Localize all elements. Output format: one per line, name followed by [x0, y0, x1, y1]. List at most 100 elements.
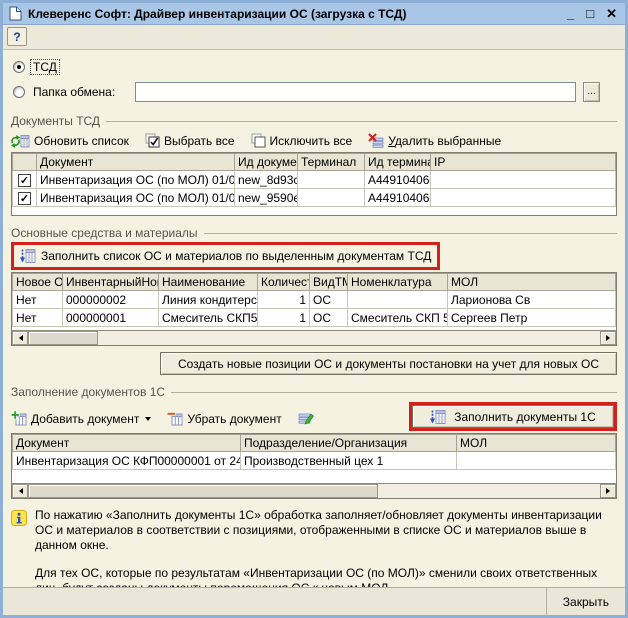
table-cell[interactable]	[457, 452, 616, 470]
column-header[interactable]	[13, 154, 37, 171]
close-dialog-button[interactable]: Закрыть	[557, 593, 615, 611]
column-header[interactable]: Новое ОС	[13, 274, 63, 291]
scroll-right-button[interactable]	[600, 484, 616, 498]
table-cell[interactable]: Смеситель СКП500	[159, 309, 258, 327]
docs1c-hscrollbar	[12, 483, 616, 498]
column-header[interactable]: ИнвентарныйНомер	[63, 274, 159, 291]
refresh-icon	[11, 134, 30, 148]
remove-document-button[interactable]: Убрать документ	[167, 411, 281, 426]
column-header[interactable]: IP	[431, 154, 616, 171]
delete-selected-button[interactable]: Удалить выбранные	[368, 133, 501, 148]
table-cell[interactable]: A4491040600...	[365, 189, 431, 207]
table-cell[interactable]: new_8d93c6...	[235, 171, 298, 189]
scroll-left-button[interactable]	[12, 484, 28, 498]
table-cell[interactable]: 1	[258, 309, 310, 327]
exclude-all-button[interactable]: Исключить все	[251, 133, 353, 148]
table-cell[interactable]	[348, 291, 448, 309]
table-cell[interactable]: 1	[258, 291, 310, 309]
row-checkbox[interactable]: ✓	[13, 171, 37, 189]
exchange-folder-radio[interactable]	[13, 86, 25, 98]
exchange-folder-input[interactable]	[135, 82, 576, 102]
column-header[interactable]: Подразделение/Организация	[241, 435, 457, 452]
column-header[interactable]: Ид документа	[235, 154, 298, 171]
scroll-right-button[interactable]	[600, 331, 616, 345]
column-header[interactable]: Наименование	[159, 274, 258, 291]
tsd-radio-label[interactable]: ТСД	[31, 60, 59, 74]
fill-1c-documents-button[interactable]: Заполнить документы 1С	[412, 405, 614, 428]
table-cell[interactable]: Нет	[13, 309, 63, 327]
tsd-documents-table: ДокументИд документаТерминалИд терминала…	[11, 152, 617, 216]
column-header[interactable]: Терминал	[298, 154, 365, 171]
column-header[interactable]: Документ	[37, 154, 235, 171]
scroll-thumb[interactable]	[28, 331, 98, 345]
select-all-icon	[145, 133, 160, 148]
minimize-icon[interactable]: _	[567, 7, 574, 21]
column-header[interactable]: Документ	[13, 435, 241, 452]
help-toolbar: ?	[3, 25, 625, 50]
table-cell[interactable]: Инвентаризация ОС КФП00000001 от 24.03.2…	[13, 452, 241, 470]
table-cell[interactable]: Нет	[13, 291, 63, 309]
table-row[interactable]: Инвентаризация ОС КФП00000001 от 24.03.2…	[13, 452, 616, 470]
scroll-left-button[interactable]	[12, 331, 28, 345]
table-cell[interactable]: 000000001	[63, 309, 159, 327]
table-cell[interactable]: ОС	[310, 309, 348, 327]
fill-table-icon	[430, 409, 446, 425]
table-cell[interactable]	[298, 171, 365, 189]
fill-assets-list-button[interactable]: Заполнить список ОС и материалов по выде…	[14, 245, 437, 267]
right-arrow-icon	[606, 488, 613, 494]
exchange-folder-label[interactable]: Папка обмена:	[31, 85, 129, 99]
table-cell[interactable]: Линия кондитерская	[159, 291, 258, 309]
document-icon	[9, 6, 22, 21]
fill-document-tool-button[interactable]	[298, 411, 314, 426]
table-row[interactable]: Нет000000002Линия кондитерская1ОС Ларионо…	[13, 291, 616, 309]
table-cell[interactable]: Производственный цех 1	[241, 452, 457, 470]
column-header[interactable]: Ид терминала	[365, 154, 431, 171]
row-checkbox[interactable]: ✓	[13, 189, 37, 207]
table-cell[interactable]	[298, 189, 365, 207]
exclude-all-icon	[251, 133, 266, 148]
scroll-thumb[interactable]	[28, 484, 378, 498]
create-new-assets-button[interactable]: Создать новые позиции ОС и документы пос…	[160, 352, 617, 375]
table-row[interactable]: ✓Инвентаризация ОС (по МОЛ) 01/06/05 00:…	[13, 171, 616, 189]
close-icon[interactable]: ✕	[606, 7, 617, 21]
tsd-docs-section-title: Документы ТСД	[11, 114, 100, 128]
table-cell[interactable]: A4491040600...	[365, 171, 431, 189]
table-cell[interactable]: Сергеев Петр	[448, 309, 616, 327]
table-cell[interactable]	[431, 171, 616, 189]
tsd-radio[interactable]	[13, 61, 25, 73]
add-document-button[interactable]: Добавить документ	[11, 411, 151, 426]
help-button[interactable]: ?	[7, 27, 27, 46]
column-header[interactable]: ВидТМЦ	[310, 274, 348, 291]
refresh-list-button[interactable]: Обновить список	[11, 134, 129, 148]
table-cell[interactable]	[431, 189, 616, 207]
table-cell[interactable]: Смеситель СКП 500	[348, 309, 448, 327]
table-cell[interactable]: Инвентаризация ОС (по МОЛ) 01/06/05 00:1…	[37, 189, 235, 207]
remove-document-label: Убрать документ	[187, 412, 281, 426]
dialog-window: Клеверенс Софт: Драйвер инвентаризации О…	[0, 0, 628, 618]
column-header[interactable]: МОЛ	[448, 274, 616, 291]
add-document-icon	[11, 411, 27, 426]
titlebar: Клеверенс Софт: Драйвер инвентаризации О…	[3, 3, 625, 25]
table-row[interactable]: Нет000000001Смеситель СКП5001ОССмеситель…	[13, 309, 616, 327]
delete-selected-label: Удалить выбранные	[388, 134, 501, 148]
dialog-content: ТСД Папка обмена: ... Документы ТСД	[3, 50, 625, 587]
maximize-icon[interactable]: □	[586, 7, 594, 21]
browse-button[interactable]: ...	[583, 82, 600, 102]
table-cell[interactable]: ОС	[310, 291, 348, 309]
table-cell[interactable]: Инвентаризация ОС (по МОЛ) 01/06/05 00:1…	[37, 171, 235, 189]
dropdown-arrow-icon	[145, 417, 151, 424]
select-all-label: Выбрать все	[164, 134, 235, 148]
add-document-label: Добавить документ	[31, 412, 139, 426]
column-header[interactable]: Номенклатура	[348, 274, 448, 291]
table-cell[interactable]: new_9590ee...	[235, 189, 298, 207]
info-icon	[11, 510, 27, 526]
delete-selected-icon	[368, 133, 384, 148]
info-note: По нажатию «Заполнить документы 1С» обра…	[11, 508, 617, 587]
column-header[interactable]: МОЛ	[457, 435, 616, 452]
table-cell[interactable]: 000000002	[63, 291, 159, 309]
table-row[interactable]: ✓Инвентаризация ОС (по МОЛ) 01/06/05 00:…	[13, 189, 616, 207]
docs1c-section-title: Заполнение документов 1С	[11, 385, 165, 399]
column-header[interactable]: Количество	[258, 274, 310, 291]
select-all-button[interactable]: Выбрать все	[145, 133, 235, 148]
table-cell[interactable]: Ларионова Св	[448, 291, 616, 309]
